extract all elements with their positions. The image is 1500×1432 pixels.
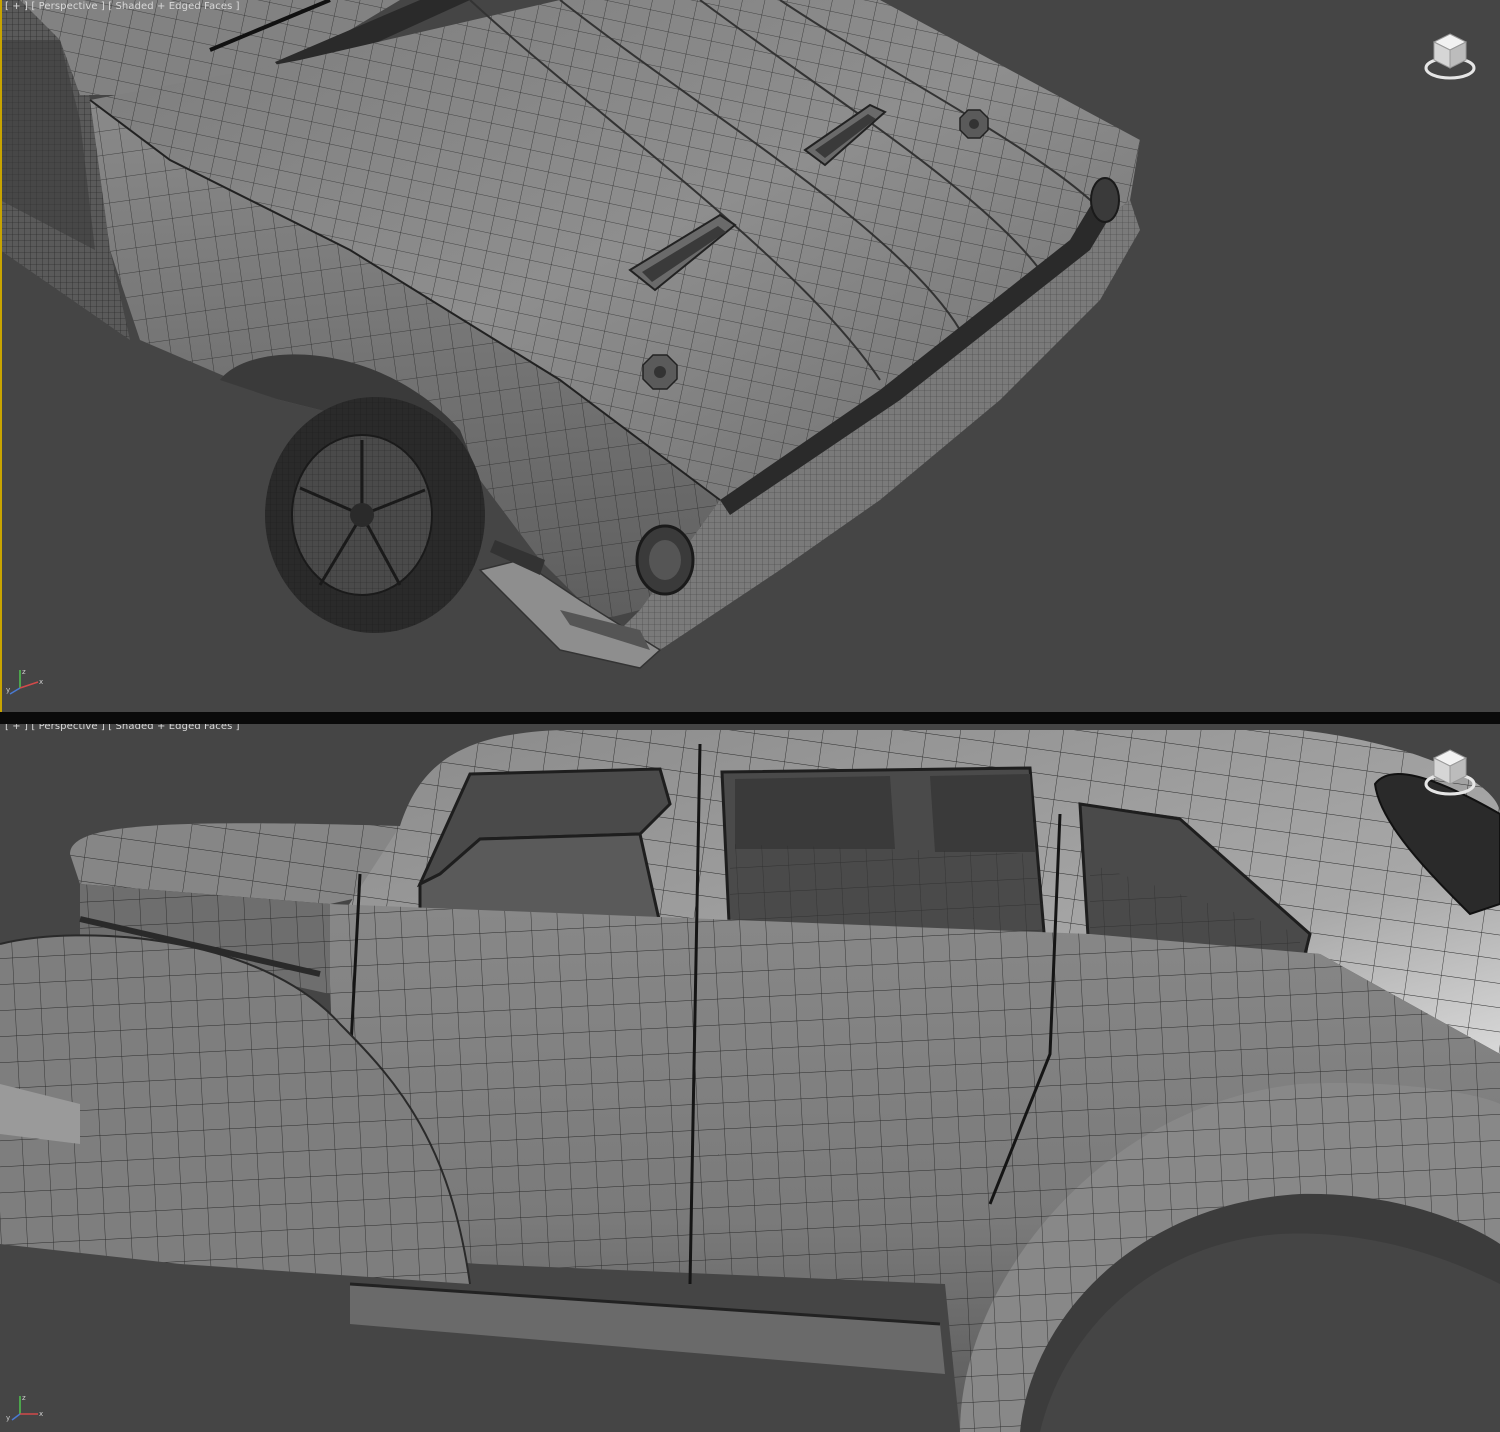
axis-tripod-icon: z x y xyxy=(6,668,43,695)
viewport-label: [ + ] [ Perspective ] [ Shaded + Edged F… xyxy=(5,724,240,732)
viewport-divider[interactable] xyxy=(0,712,1500,724)
axis-x-label: x xyxy=(39,678,43,686)
axis-z-label: z xyxy=(22,668,26,676)
viewport-menu-button[interactable]: [ + ] xyxy=(5,724,28,732)
viewcube-icon[interactable] xyxy=(1422,28,1478,80)
axis-z-label: z xyxy=(22,1394,26,1402)
viewcube-icon[interactable] xyxy=(1422,744,1478,796)
viewport-menu-button[interactable]: [ + ] xyxy=(5,1,28,12)
axis-x-label: x xyxy=(39,1410,43,1418)
viewport-view-label[interactable]: [ Perspective ] xyxy=(31,724,105,732)
viewport-shading-label[interactable]: [ Shaded + Edged Faces ] xyxy=(108,1,239,12)
viewport-label: [ + ] [ Perspective ] [ Shaded + Edged F… xyxy=(5,1,240,12)
axis-y-label: y xyxy=(6,1414,10,1422)
viewport-view-label[interactable]: [ Perspective ] xyxy=(31,1,105,12)
viewport-top[interactable]: [ + ] [ Perspective ] [ Shaded + Edged F… xyxy=(0,0,1500,712)
axis-tripod-icon: z x y xyxy=(6,1394,43,1422)
viewport-shading-label[interactable]: [ Shaded + Edged Faces ] xyxy=(108,724,239,732)
car-side-mesh-render[interactable] xyxy=(0,724,1500,1432)
axis-y-label: y xyxy=(6,686,10,694)
car-front-mesh-render[interactable] xyxy=(0,0,1500,712)
viewport-bottom[interactable]: [ + ] [ Perspective ] [ Shaded + Edged F… xyxy=(0,724,1500,1432)
